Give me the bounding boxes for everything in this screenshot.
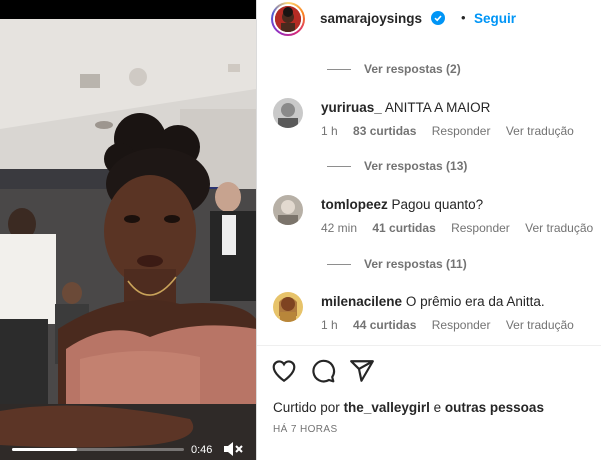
muted-speaker-icon (224, 442, 243, 456)
verified-badge-icon (431, 11, 445, 25)
mute-button[interactable] (222, 440, 244, 458)
liked-by-others[interactable]: outras pessoas (445, 400, 544, 415)
translate-button[interactable]: Ver tradução (506, 318, 574, 332)
comment-body: milenacilene O prêmio era da Anitta. (321, 294, 545, 309)
comment-time: 1 h (321, 318, 338, 332)
video-progress-fill (12, 448, 78, 451)
replies-line (327, 69, 351, 71)
comment-likes[interactable]: 41 curtidas (372, 221, 435, 235)
comment-meta: 1 h 83 curtidas Responder Ver tradução (321, 124, 586, 138)
liked-by-user[interactable]: the_valleygirl (344, 400, 430, 415)
separator-dot: • (461, 10, 466, 25)
commenter-avatar[interactable] (273, 292, 303, 322)
comment-likes[interactable]: 44 curtidas (353, 318, 416, 332)
commenter-username[interactable]: yuriruas_ (321, 100, 382, 115)
replies-line (327, 264, 351, 266)
commenter-username[interactable]: tomlopeez (321, 197, 388, 212)
avatar (275, 6, 301, 32)
comment-likes[interactable]: 83 curtidas (353, 124, 416, 138)
translate-button[interactable]: Ver tradução (525, 221, 593, 235)
comment-meta: 42 min 41 curtidas Responder Ver traduçã… (321, 221, 601, 235)
comment-time: 42 min (321, 221, 358, 235)
comment-button[interactable] (310, 358, 336, 384)
commenter-avatar[interactable] (273, 98, 303, 128)
follow-button[interactable]: Seguir (474, 11, 516, 26)
liked-by-joiner: e (433, 400, 442, 415)
comment-meta: 1 h 44 curtidas Responder Ver tradução (321, 318, 586, 332)
view-replies-button[interactable]: Ver respostas (11) (327, 257, 467, 271)
share-button[interactable] (349, 358, 375, 384)
translate-button[interactable]: Ver tradução (506, 124, 574, 138)
reply-button[interactable]: Responder (432, 318, 491, 332)
actions-divider (257, 345, 601, 346)
commenter-avatar[interactable] (273, 195, 303, 225)
replies-line (327, 166, 351, 168)
comment-text: ANITTA A MAIOR (384, 100, 491, 115)
view-replies-button[interactable]: Ver respostas (2) (327, 62, 461, 76)
reply-button[interactable]: Responder (432, 124, 491, 138)
video-timestamp: 0:46 (191, 444, 213, 456)
share-icon (350, 360, 374, 382)
liked-by-prefix: Curtido por (273, 400, 340, 415)
story-ring[interactable] (271, 2, 305, 36)
commenter-username[interactable]: milenacilene (321, 294, 402, 309)
heart-icon (272, 360, 296, 383)
like-button[interactable] (271, 358, 297, 384)
comment-body: tomlopeez Pagou quanto? (321, 197, 483, 212)
video-seek-bar[interactable] (12, 448, 184, 451)
post-username[interactable]: samarajoysings (320, 11, 422, 26)
liked-by: Curtido por the_valleygirl e outras pess… (273, 400, 544, 415)
view-replies-button[interactable]: Ver respostas (13) (327, 159, 467, 173)
comment-text: Pagou quanto? (391, 197, 484, 212)
video-player[interactable]: 0:46 (0, 0, 256, 460)
post-header: samarajoysings • Seguir (257, 0, 601, 40)
comment-icon (312, 359, 336, 383)
reply-button[interactable]: Responder (451, 221, 510, 235)
video-frame (0, 19, 256, 460)
comment-time: 1 h (321, 124, 338, 138)
comment-text: O prêmio era da Anitta. (405, 294, 545, 309)
video-letterbox (0, 0, 256, 19)
comment-body: yuriruas_ ANITTA A MAIOR (321, 100, 490, 115)
post-time: HÁ 7 HORAS (273, 424, 338, 435)
post-panel: samarajoysings • Seguir Ver respostas (2… (256, 0, 601, 460)
